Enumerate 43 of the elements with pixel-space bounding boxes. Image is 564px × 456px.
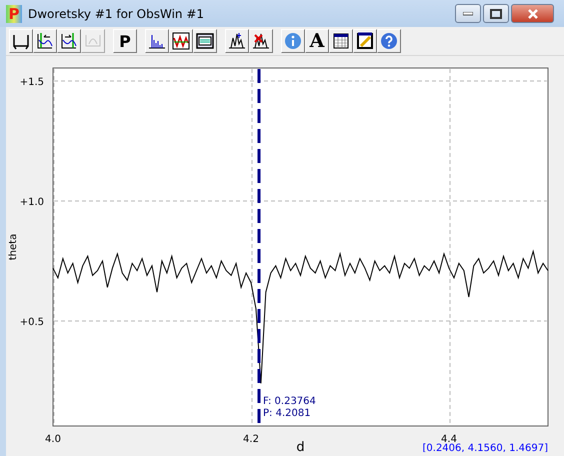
toolbar-button[interactable] [169, 29, 193, 53]
y-tick-label: +1.5 [20, 76, 44, 88]
maximize-button[interactable] [483, 4, 509, 23]
marker-label: F: 0.23764 [263, 396, 316, 407]
toolbar-button[interactable]: P [113, 29, 137, 53]
toolbar-button[interactable]: A [305, 29, 329, 53]
right-marker-icon [60, 32, 78, 50]
pencil-icon [356, 32, 374, 50]
app-logo: P [6, 4, 22, 22]
cursor-readout: [0.2406, 4.1560, 1.4697] [422, 443, 548, 452]
toolbar-button[interactable] [249, 29, 273, 53]
info-icon [284, 32, 302, 50]
toolbar-button[interactable] [33, 29, 57, 53]
minimize-button[interactable] [455, 4, 481, 23]
table-icon [332, 32, 350, 50]
y-tick-label: +0.5 [20, 317, 44, 328]
toolbar-button[interactable] [193, 29, 217, 53]
marker-label: P: 4.2081 [263, 408, 311, 419]
y-axis-label: theta [8, 234, 19, 260]
spectrum-icon [148, 32, 166, 50]
left-marker-icon [36, 32, 54, 50]
x-tick-label: 4.2 [243, 434, 259, 445]
wave-icon [172, 32, 190, 50]
toolbar-button[interactable] [9, 29, 33, 53]
restore-icon [490, 8, 502, 18]
close-icon [526, 8, 538, 18]
toolbar-button[interactable] [329, 29, 353, 53]
toolbar-button[interactable] [57, 29, 81, 53]
window-title: Dworetsky #1 for ObsWin #1 [28, 6, 206, 20]
x-axis-label: d [296, 440, 305, 452]
baseline-icon [12, 32, 30, 50]
window-icon [196, 32, 214, 50]
close-button[interactable] [511, 4, 554, 23]
y-tick-label: +1.0 [20, 196, 44, 208]
x-tick-label: 4.4 [441, 434, 457, 445]
peak-cross-icon [252, 32, 270, 50]
toolbar-button[interactable] [145, 29, 169, 53]
peak-plus-icon [228, 32, 246, 50]
toolbar-button[interactable] [353, 29, 377, 53]
toolbar-button[interactable] [225, 29, 249, 53]
x-tick-label: 4.0 [45, 434, 61, 445]
minimize-icon [463, 12, 473, 16]
help-icon [380, 32, 398, 50]
